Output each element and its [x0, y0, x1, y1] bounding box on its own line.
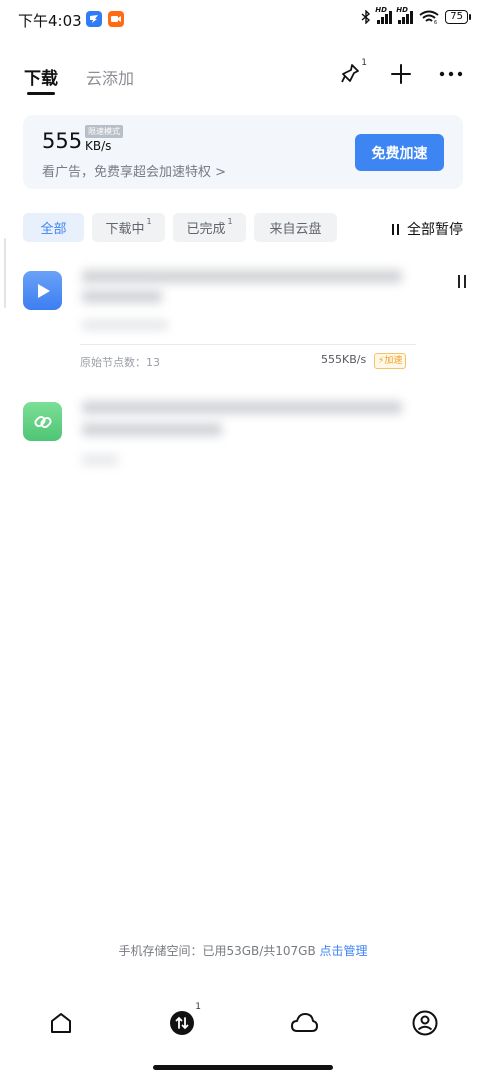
dingtalk-icon	[86, 11, 102, 27]
pause-all-button[interactable]: 全部暂停	[392, 219, 463, 239]
storage-text: 手机存储空间：已用53GB/共107GB	[118, 944, 316, 958]
filter-all[interactable]: 全部	[23, 213, 84, 242]
tab-cloud-add[interactable]: 云添加	[86, 65, 134, 89]
task-node-count: 原始节点数：13	[80, 356, 160, 369]
task-item[interactable]: 原始节点数：13 555KB/s ⚡加速	[0, 262, 486, 372]
speed-card: 555 限速模式 KB/s 看广告，免费享超会加速特权 > 免费加速	[23, 115, 463, 189]
signal-2-icon: HD	[396, 6, 414, 24]
plus-icon[interactable]	[387, 60, 415, 88]
speed-promo-link[interactable]: 看广告，免费享超会加速特权 >	[42, 161, 226, 180]
home-indicator[interactable]	[153, 1065, 333, 1070]
wifi-icon: 6	[419, 10, 439, 24]
transfer-icon[interactable]: 1	[167, 1002, 201, 1038]
profile-icon[interactable]	[410, 1008, 440, 1038]
task-item[interactable]	[0, 393, 486, 478]
task-subtitle-blurred	[82, 320, 168, 330]
pause-icon	[392, 223, 399, 235]
pause-all-label: 全部暂停	[407, 222, 463, 238]
status-indicators: HD HD 6 75	[361, 6, 471, 24]
link-icon	[23, 402, 62, 441]
speed-mode-badge: 限速模式	[85, 125, 123, 138]
bluetooth-icon	[361, 10, 371, 24]
top-bar: 下载 云添加 1	[0, 52, 486, 96]
filter-downloading-label: 下载中	[105, 222, 145, 237]
battery-indicator: 75	[445, 10, 471, 24]
filter-completed[interactable]: 已完成 1	[173, 213, 246, 242]
more-icon[interactable]	[437, 60, 465, 88]
task-title-blurred	[82, 270, 402, 283]
boost-badge-label: 加速	[384, 356, 403, 366]
tab-active-indicator	[27, 92, 55, 95]
broom-icon[interactable]: 1	[336, 58, 367, 88]
task-progress-line	[80, 344, 416, 345]
task-pause-button[interactable]	[458, 275, 466, 288]
filter-downloading-count: 1	[146, 217, 152, 226]
filter-from-cloud-label: 来自云盘	[269, 222, 322, 237]
transfer-badge: 1	[195, 1002, 201, 1012]
signal-1-label: HD	[375, 6, 387, 14]
signal-2-label: HD	[396, 6, 408, 14]
task-speed: 555KB/s	[321, 353, 367, 366]
storage-info: 手机存储空间：已用53GB/共107GB 点击管理	[0, 942, 486, 959]
wifi-label: 6	[434, 20, 437, 24]
task-subtitle-blurred	[82, 455, 118, 465]
filter-all-label: 全部	[40, 222, 67, 237]
notification-count: 1	[361, 58, 367, 68]
filter-completed-count: 1	[227, 217, 233, 226]
manage-storage-link[interactable]: 点击管理	[320, 944, 368, 958]
free-boost-button[interactable]: 免费加速	[355, 134, 444, 171]
status-time: 下午4:03	[18, 12, 82, 30]
filter-bar: 全部 下载中 1 已完成 1 来自云盘 全部暂停	[23, 213, 463, 242]
filter-completed-label: 已完成	[186, 222, 226, 237]
home-icon[interactable]	[46, 1008, 76, 1038]
boost-badge[interactable]: ⚡加速	[374, 353, 407, 369]
cloud-icon[interactable]	[289, 1008, 319, 1038]
filter-downloading[interactable]: 下载中 1	[92, 213, 165, 242]
video-app-icon	[108, 11, 124, 27]
speed-unit: KB/s	[85, 139, 112, 153]
signal-1-icon: HD	[375, 6, 393, 24]
status-bar: 下午4:03 HD HD 6 75	[0, 0, 486, 40]
task-title-blurred	[82, 401, 402, 414]
video-play-icon	[23, 271, 62, 310]
bottom-nav: 1	[0, 1000, 486, 1050]
tab-download[interactable]: 下载	[24, 64, 58, 89]
task-title-blurred	[82, 423, 222, 436]
speed-value: 555	[42, 129, 83, 153]
task-title-blurred	[82, 290, 162, 303]
filter-from-cloud[interactable]: 来自云盘	[254, 213, 337, 242]
